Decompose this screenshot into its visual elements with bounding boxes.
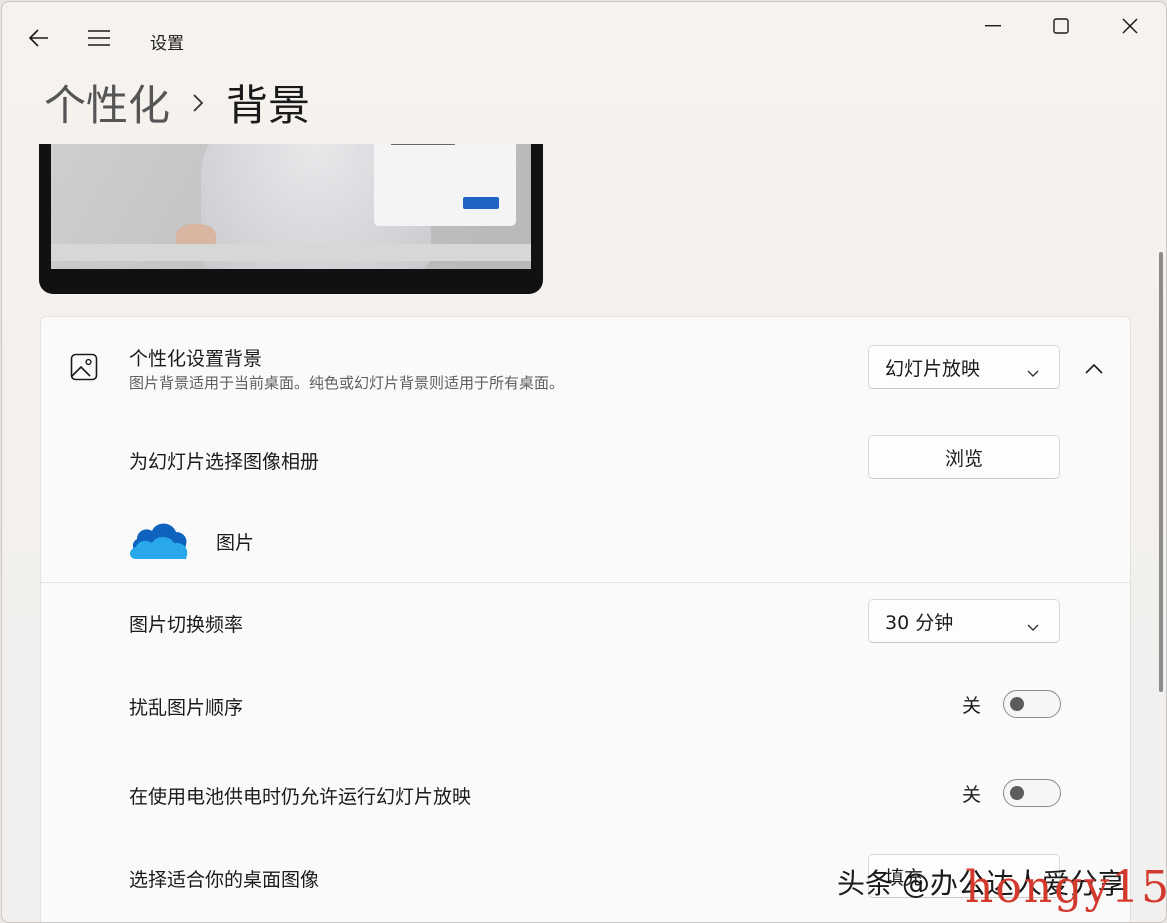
frequency-value: 30 分钟	[885, 611, 954, 634]
background-type-value: 幻灯片放映	[885, 357, 981, 380]
shuffle-label: 扰乱图片顺序	[129, 697, 244, 719]
nav-menu-button[interactable]	[76, 18, 122, 58]
background-type-row: 个性化设置背景 图片背景适用于当前桌面。纯色或幻灯片背景则适用于所有桌面。 幻灯…	[40, 316, 1131, 420]
battery-label: 在使用电池供电时仍允许运行幻灯片放映	[129, 786, 472, 808]
close-button[interactable]	[1107, 6, 1153, 46]
battery-toggle-group: 关	[962, 779, 1062, 807]
maximize-icon	[1053, 18, 1069, 34]
album-label: 为幻灯片选择图像相册	[129, 451, 320, 473]
breadcrumb: 个性化 背景	[44, 72, 310, 133]
settings-window: 设置 个性化 背景 个性化设置背景 图片背景适用于当前桌面。纯色或幻灯片背景则适…	[1, 1, 1167, 923]
preview-window	[374, 144, 516, 226]
desktop-preview	[39, 144, 543, 294]
title-bar: 设置	[2, 2, 1166, 72]
back-arrow-icon	[29, 29, 48, 47]
frequency-label: 图片切换频率	[129, 614, 244, 636]
minimize-icon	[985, 25, 1001, 27]
settings-content: 个性化设置背景 图片背景适用于当前桌面。纯色或幻灯片背景则适用于所有桌面。 幻灯…	[2, 144, 1166, 922]
shuffle-state: 关	[962, 694, 982, 717]
battery-state: 关	[962, 783, 982, 806]
chevron-right-icon	[192, 93, 204, 113]
collapse-chevron-up-icon[interactable]	[1085, 359, 1103, 378]
back-button[interactable]	[16, 18, 62, 58]
battery-row: 在使用电池供电时仍允许运行幻灯片放映 关	[40, 749, 1131, 839]
shuffle-toggle-group: 关	[962, 690, 1062, 718]
shuffle-toggle[interactable]	[1003, 690, 1062, 718]
shuffle-row: 扰乱图片顺序 关	[40, 660, 1131, 750]
breadcrumb-parent[interactable]: 个性化	[44, 72, 170, 133]
hamburger-icon	[88, 30, 110, 46]
chevron-down-icon	[1027, 361, 1039, 383]
minimize-button[interactable]	[970, 6, 1016, 46]
maximize-button[interactable]	[1038, 6, 1084, 46]
album-folder-name[interactable]: 图片	[216, 528, 254, 555]
browse-button[interactable]: 浏览	[868, 435, 1060, 479]
page-title: 背景	[226, 81, 311, 130]
frequency-row: 图片切换频率 30 分钟	[40, 582, 1131, 662]
scrollbar[interactable]	[1159, 252, 1163, 692]
fit-label: 选择适合你的桌面图像	[129, 869, 320, 891]
background-description: 图片背景适用于当前桌面。纯色或幻灯片背景则适用于所有桌面。	[129, 374, 565, 392]
image-icon	[70, 353, 98, 385]
close-icon	[1122, 18, 1138, 34]
battery-toggle[interactable]	[1003, 779, 1062, 807]
background-title: 个性化设置背景	[129, 348, 263, 370]
preview-taskbar	[51, 244, 531, 261]
watermark-text-latin: hongy15	[965, 862, 1167, 913]
onedrive-cloud-icon	[128, 519, 190, 563]
album-row: 为幻灯片选择图像相册 浏览 图片	[40, 418, 1131, 583]
background-type-dropdown[interactable]: 幻灯片放映	[868, 345, 1060, 389]
chevron-down-icon	[1027, 615, 1039, 637]
app-title: 设置	[150, 34, 184, 54]
frequency-dropdown[interactable]: 30 分钟	[868, 599, 1060, 643]
